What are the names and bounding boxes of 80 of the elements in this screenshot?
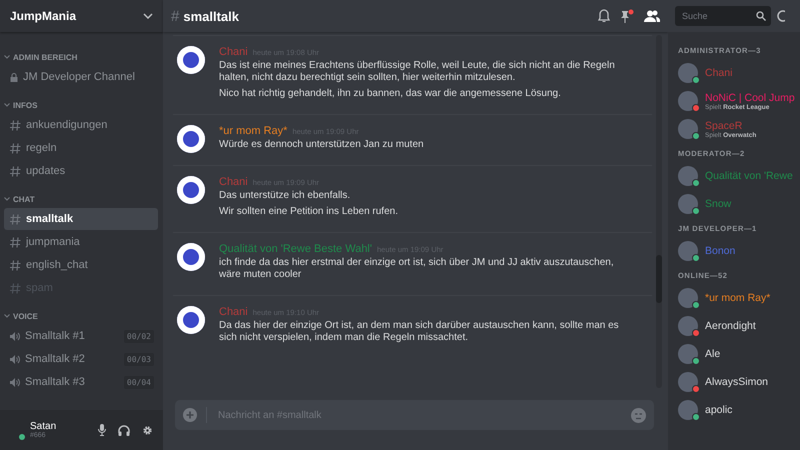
hash-icon	[10, 260, 21, 270]
channel-item[interactable]: JM Developer Channel	[4, 66, 158, 88]
pin-icon[interactable]	[620, 9, 634, 23]
message-text: Würde es dennoch unterstützen Jan zu muten	[219, 139, 425, 151]
member-name[interactable]: AlwaysSimon	[705, 376, 768, 388]
hash-icon	[10, 214, 21, 224]
channel-item[interactable]: Smalltalk #1 00/02	[4, 325, 158, 347]
avatar[interactable]	[678, 166, 698, 186]
channel-item[interactable]: regeln	[4, 137, 158, 159]
category-name[interactable]: VOICE	[13, 312, 38, 320]
avatar[interactable]	[177, 46, 205, 74]
channel-item[interactable]: ankuendigungen	[4, 114, 158, 136]
member-name[interactable]: Aerondight	[705, 320, 756, 332]
category-name[interactable]: CHAT	[13, 194, 35, 204]
avatar[interactable]	[678, 194, 698, 214]
member-name[interactable]: Bonon	[705, 245, 736, 257]
author-name[interactable]: *ur mom Ray*	[219, 125, 288, 137]
avatar[interactable]	[177, 306, 205, 334]
message-text: Nico hat richtig gehandelt, ihn zu bannen, das war die angemessene Lösung.	[219, 88, 562, 100]
channel-item[interactable]: english_chat	[4, 254, 158, 276]
channel-title: smalltalk	[183, 8, 239, 24]
hash-icon	[10, 142, 21, 154]
chevron-down-icon	[4, 197, 10, 201]
avatar[interactable]	[678, 288, 698, 308]
category-name[interactable]: INFOS	[13, 100, 38, 110]
member-name[interactable]: Chani	[705, 67, 732, 79]
chevron-down-icon	[4, 103, 10, 107]
member-name[interactable]: Snow	[705, 198, 732, 210]
hash-icon	[10, 166, 21, 176]
avatar[interactable]	[678, 400, 698, 420]
hash-icon	[10, 236, 21, 248]
avatar[interactable]	[678, 241, 698, 261]
scrollbar-thumb[interactable]	[656, 255, 662, 303]
message-text: Das ist eine meines Erachtens überflüssige Rolle, weil Leute, die sich nicht an die Regeln halten, nicht dazu berechtigt sein sollten, hier weiterhin mitzulesen.	[219, 60, 616, 84]
member-name[interactable]: *ur mom Ray*	[705, 292, 770, 304]
member-name[interactable]: apolic	[705, 404, 732, 416]
user-count: 00/02	[124, 330, 154, 342]
avatar[interactable]	[177, 176, 205, 204]
avatar[interactable]	[678, 344, 698, 364]
speaker-icon	[10, 378, 20, 386]
search-icon	[756, 11, 766, 21]
member-name[interactable]: NoNiC | Cool Jump	[705, 92, 795, 104]
members-icon[interactable]	[644, 10, 660, 22]
member-name[interactable]: SpaceR	[705, 120, 756, 132]
user-count: 00/03	[124, 352, 154, 366]
search-field[interactable]: Suche	[675, 6, 771, 26]
microphone-icon[interactable]	[98, 424, 106, 436]
username: Satan	[30, 421, 58, 432]
author-name[interactable]: Qualität von 'Rewe Beste Wahl'	[219, 243, 372, 255]
channel-item[interactable]: Smalltalk #3 00/04	[4, 371, 158, 393]
message-text: Wir sollten eine Petition ins Leben rufen.	[219, 206, 399, 218]
headphones-icon[interactable]	[118, 424, 130, 436]
hash-icon	[10, 282, 21, 294]
channel-item[interactable]: smalltalk	[4, 208, 158, 230]
message-text: Da das hier der einzige Ort ist, an dem man sich darüber austauschen kann, sollte man es sich nicht verspielen, indem man die Regeln missachtet.	[219, 320, 620, 344]
settings-icon[interactable]	[142, 424, 153, 436]
chevron-down-icon	[4, 55, 10, 59]
avatar[interactable]	[177, 125, 205, 153]
channel-item[interactable]: Smalltalk #2 00/03	[4, 348, 158, 370]
speaker-icon	[10, 354, 20, 364]
channel-item[interactable]: updates	[4, 160, 158, 182]
server-name: JumpMania	[10, 9, 76, 23]
chevron-down-icon	[4, 314, 10, 318]
avatar[interactable]	[678, 63, 698, 83]
category-name[interactable]: ADMIN BEREICH	[13, 52, 78, 62]
bell-icon[interactable]	[598, 9, 610, 23]
speaker-icon	[10, 332, 20, 340]
member-name[interactable]: Qualität von 'Rewe	[705, 170, 793, 182]
hash-symbol: #	[171, 8, 180, 24]
user-count: 00/04	[124, 376, 154, 388]
lock-icon	[10, 72, 18, 82]
server-header[interactable]: JumpMania	[0, 0, 163, 32]
avatar[interactable]	[177, 243, 205, 271]
member-name[interactable]: Ale	[705, 348, 720, 360]
message-text: ich finde da das hier erstmal der einzige ort ist, sich über JM und JJ aktiv auszutauschen, wäre muten cooler	[219, 257, 615, 281]
avatar[interactable]	[678, 119, 698, 139]
channel-item[interactable]: jumpmania	[4, 231, 158, 253]
hash-icon	[10, 120, 21, 130]
chevron-down-icon	[143, 13, 153, 19]
message-text: Das unterstütze ich ebenfalls.	[219, 190, 352, 202]
